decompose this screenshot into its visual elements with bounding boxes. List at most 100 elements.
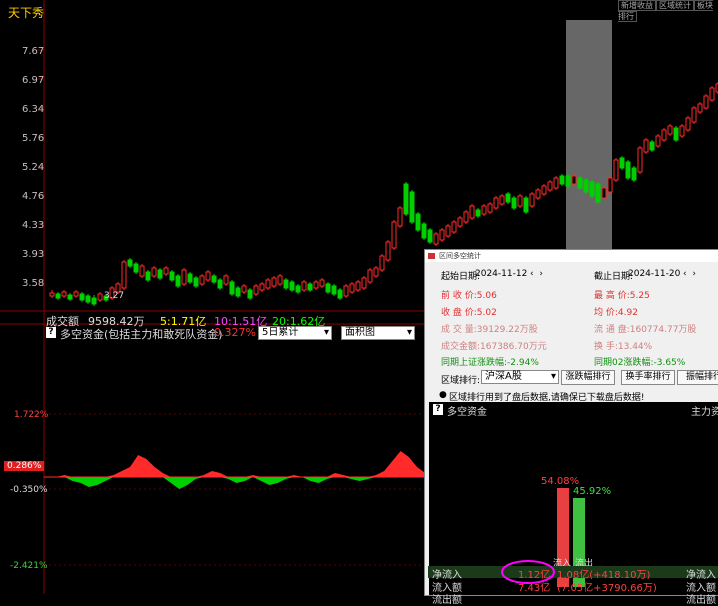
candlestick <box>229 280 235 296</box>
candlestick <box>319 278 325 288</box>
candlestick <box>685 116 691 132</box>
highlight-circle <box>501 560 555 584</box>
chart-type-select[interactable]: 面积图 ▾ <box>341 326 415 340</box>
candlestick <box>571 174 577 186</box>
candlestick <box>481 204 487 216</box>
candlestick <box>655 134 661 148</box>
candlestick <box>283 278 289 290</box>
interval-stats-dialog[interactable]: 区间多空统计 起始日期: 2024-11-12 ‹ › 截止日期: 2024-1… <box>424 249 718 596</box>
end-date[interactable]: 2024-11-20 <box>628 269 680 279</box>
candlestick <box>139 264 145 278</box>
help-icon[interactable]: ? <box>433 404 443 415</box>
dialog-titlebar[interactable]: 区间多空统计 <box>425 250 718 262</box>
candlestick <box>331 284 337 296</box>
candlestick <box>559 174 565 186</box>
candlestick <box>565 174 571 188</box>
candlestick <box>295 284 301 294</box>
start-date[interactable]: 2024-11-12 <box>475 269 527 279</box>
indicator-current-tag: 0.286% <box>4 461 45 471</box>
candlestick <box>535 188 541 200</box>
selection-highlight <box>566 20 612 249</box>
candlestick <box>241 284 247 294</box>
candlestick <box>673 126 679 142</box>
candlestick <box>313 280 319 290</box>
candlestick <box>235 286 241 298</box>
candlestick <box>403 182 409 216</box>
outflow-amount-label: 流出额 <box>432 595 462 606</box>
candlestick <box>247 288 253 300</box>
amount-stat: 成交金额:167386.70万元 <box>441 342 547 352</box>
end-date-stepper[interactable]: ‹ › <box>683 269 696 279</box>
indicator-axis-label: 1.722% <box>14 410 49 420</box>
candlestick <box>475 208 481 218</box>
candlestick <box>613 158 619 182</box>
candlestick <box>301 280 307 292</box>
candlestick <box>457 216 463 228</box>
start-date-stepper[interactable]: ‹ › <box>530 269 543 279</box>
toolbar-button[interactable]: 新增收益 <box>618 0 656 11</box>
candlestick <box>499 194 505 206</box>
candlestick <box>325 282 331 294</box>
y-tick-label: 6.34 <box>22 104 44 115</box>
candlestick <box>91 295 97 306</box>
candlestick <box>637 146 643 174</box>
turnover-rank-button[interactable]: 换手率排行 <box>621 370 675 385</box>
candlestick <box>439 228 445 242</box>
candlestick <box>619 156 625 170</box>
candlestick <box>151 266 157 278</box>
candlestick <box>211 274 217 284</box>
inflow-area <box>48 451 426 477</box>
candlestick <box>271 276 277 288</box>
candlestick <box>583 178 589 194</box>
candlestick <box>607 176 613 194</box>
toolbar-button[interactable]: 区域统计 <box>656 0 694 11</box>
amplitude-rank-button[interactable]: 振幅排行 <box>677 370 718 385</box>
candlestick <box>187 272 193 284</box>
candlestick <box>217 278 223 290</box>
prev-close: 前 收 价:5.06 <box>441 291 497 301</box>
candlestick <box>649 140 655 152</box>
candlestick <box>385 240 391 262</box>
top-toolbar: 新增收益 区域统计 板块排行 <box>618 0 718 22</box>
period-select[interactable]: 5日累计 ▾ <box>258 326 332 340</box>
y-tick-label: 3.58 <box>22 278 44 289</box>
chevron-down-icon: ▾ <box>323 327 329 338</box>
candlestick <box>631 166 637 182</box>
candlestick <box>133 262 139 274</box>
candlestick <box>517 194 523 208</box>
candlestick <box>79 292 85 302</box>
candlestick <box>691 106 697 124</box>
turnover-stat: 换 手:13.44% <box>594 342 653 352</box>
candlestick <box>355 280 361 292</box>
candlestick <box>679 124 685 138</box>
region-select[interactable]: 沪深A股 ▾ <box>481 370 559 384</box>
candlestick <box>145 270 151 282</box>
candlestick <box>703 94 709 110</box>
candlestick <box>307 282 313 292</box>
candlestick <box>667 124 673 136</box>
candlestick <box>289 280 295 292</box>
change-rank-button[interactable]: 涨跌幅排行 <box>561 370 615 385</box>
candlestick <box>343 284 349 298</box>
candlestick <box>67 293 73 301</box>
candlestick <box>169 270 175 282</box>
outflow-percent: 45.92% <box>573 486 612 497</box>
candlestick <box>163 266 169 276</box>
low-price-annotation: 3.27 <box>104 291 125 301</box>
candlestick <box>445 224 451 238</box>
candlestick <box>427 228 433 244</box>
y-tick-label: 3.93 <box>22 249 44 260</box>
avg-price: 均 价:4.92 <box>594 308 638 318</box>
indicator-value: 0.327% <box>214 326 256 339</box>
candlestick <box>529 192 535 208</box>
help-icon[interactable]: ? <box>46 327 56 338</box>
candlestick <box>493 196 499 210</box>
candlestick <box>175 274 181 288</box>
candlestick <box>367 268 373 284</box>
candlestick <box>415 212 421 232</box>
candlestick <box>577 176 583 190</box>
candlestick <box>253 284 259 296</box>
y-tick-label: 4.33 <box>22 220 44 231</box>
chevron-down-icon: ▾ <box>550 371 556 382</box>
dialog-title: 区间多空统计 <box>439 252 481 260</box>
